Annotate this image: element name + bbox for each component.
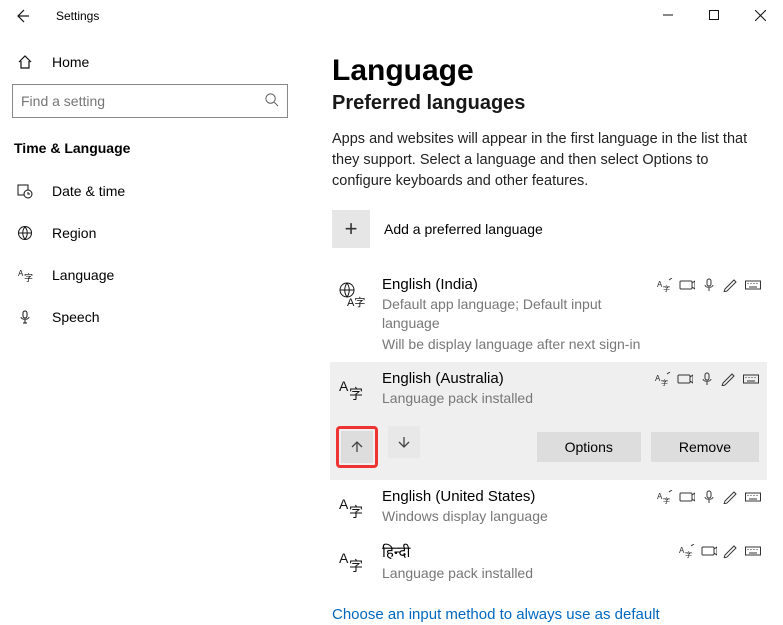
voice-icon (701, 490, 717, 504)
keyboard-icon (745, 490, 761, 504)
feature-icons: A字 (657, 490, 761, 504)
language-list: A字 English (India) Default app language;… (332, 268, 783, 590)
arrow-down-icon (396, 434, 412, 450)
handwriting-icon (723, 278, 739, 292)
svg-text:字: 字 (685, 550, 692, 558)
svg-text:字: 字 (24, 272, 33, 283)
nav-label: Language (52, 267, 114, 283)
speech-recognition-icon (677, 372, 693, 386)
language-item-australia[interactable]: A字 English (Australia) Language pack ins… (330, 362, 767, 416)
voice-icon (699, 372, 715, 386)
handwriting-icon (721, 372, 737, 386)
speech-recognition-icon (701, 544, 717, 558)
language-status: Language pack installed (382, 389, 641, 408)
speech-recognition-icon (679, 278, 695, 292)
language-char-icon: A字 (334, 372, 368, 406)
section-header: Time & Language (12, 132, 288, 170)
language-status: Language pack installed (382, 564, 665, 583)
arrow-up-icon (349, 439, 365, 455)
svg-text:字: 字 (349, 558, 363, 574)
feature-icons: A字 (679, 544, 761, 558)
search-box[interactable] (12, 84, 288, 118)
calendar-clock-icon (16, 183, 34, 199)
remove-button[interactable]: Remove (651, 432, 759, 462)
voice-icon (701, 278, 717, 292)
section-description: Apps and websites will appear in the fir… (332, 129, 783, 192)
sidebar: Home Time & Language Date & time Region … (0, 32, 300, 625)
language-actions-row: Options Remove (330, 416, 767, 480)
text-to-speech-icon: A字 (657, 490, 673, 504)
arrow-left-icon (14, 8, 30, 24)
svg-text:A字: A字 (347, 295, 365, 309)
add-language-button[interactable]: + Add a preferred language (332, 210, 783, 248)
nav-speech[interactable]: Speech (12, 296, 288, 338)
nav-label: Date & time (52, 183, 125, 199)
search-input[interactable] (21, 93, 264, 109)
language-status: Will be display language after next sign… (382, 335, 643, 354)
text-to-speech-icon: A字 (655, 372, 671, 386)
svg-text:A: A (339, 550, 349, 566)
keyboard-icon (745, 278, 761, 292)
nav-language[interactable]: A字 Language (12, 254, 288, 296)
close-button[interactable] (737, 0, 783, 30)
feature-icons: A字 (657, 278, 761, 292)
language-status: Windows display language (382, 507, 643, 526)
move-down-button[interactable] (388, 426, 420, 458)
svg-text:字: 字 (349, 504, 363, 520)
annotation-highlight (336, 426, 378, 468)
language-item-hindi[interactable]: A字 हिन्दी Language pack installed A字 (332, 534, 769, 591)
maximize-button[interactable] (691, 0, 737, 30)
options-button[interactable]: Options (537, 432, 641, 462)
content-area: Language Preferred languages Apps and we… (300, 32, 783, 625)
svg-text:A: A (339, 496, 349, 512)
language-name: हिन्दी (382, 542, 665, 562)
nav-region[interactable]: Region (12, 212, 288, 254)
section-subheader: Preferred languages (332, 92, 783, 115)
svg-text:A: A (339, 378, 349, 394)
nav-label: Region (52, 225, 96, 241)
home-label: Home (52, 54, 89, 70)
text-to-speech-icon: A字 (679, 544, 695, 558)
globe-icon (16, 225, 34, 241)
language-item-us[interactable]: A字 English (United States) Windows displ… (332, 480, 769, 534)
speech-recognition-icon (679, 490, 695, 504)
language-status: Default app language; Default input lang… (382, 295, 643, 333)
handwriting-icon (723, 544, 739, 558)
nav-label: Speech (52, 309, 99, 325)
microphone-icon (16, 309, 34, 325)
language-name: English (India) (382, 276, 643, 293)
svg-text:字: 字 (663, 284, 670, 292)
move-up-button[interactable] (341, 431, 373, 463)
feature-icons: A字 (655, 372, 759, 386)
search-icon (264, 92, 279, 110)
input-method-link[interactable]: Choose an input method to always use as … (332, 606, 783, 623)
language-globe-icon: A字 (334, 278, 368, 312)
back-button[interactable] (6, 0, 38, 32)
add-language-label: Add a preferred language (384, 221, 543, 237)
minimize-icon (663, 10, 673, 20)
keyboard-icon (745, 544, 761, 558)
minimize-button[interactable] (645, 0, 691, 30)
page-title: Language (332, 54, 783, 88)
language-item-india[interactable]: A字 English (India) Default app language;… (332, 268, 769, 362)
plus-icon: + (332, 210, 370, 248)
handwriting-icon (723, 490, 739, 504)
language-name: English (Australia) (382, 370, 641, 387)
language-char-icon: A字 (334, 544, 368, 578)
nav-date-time[interactable]: Date & time (12, 170, 288, 212)
window-title: Settings (56, 9, 99, 23)
svg-text:字: 字 (349, 386, 363, 402)
language-icon: A字 (16, 267, 34, 283)
svg-text:字: 字 (663, 496, 670, 504)
window-controls (645, 0, 783, 30)
maximize-icon (709, 10, 719, 20)
text-to-speech-icon: A字 (657, 278, 673, 292)
svg-text:字: 字 (661, 378, 668, 386)
home-icon (16, 54, 34, 70)
close-icon (755, 10, 766, 21)
home-nav[interactable]: Home (12, 44, 288, 80)
language-char-icon: A字 (334, 490, 368, 524)
keyboard-icon (743, 372, 759, 386)
language-name: English (United States) (382, 488, 643, 505)
